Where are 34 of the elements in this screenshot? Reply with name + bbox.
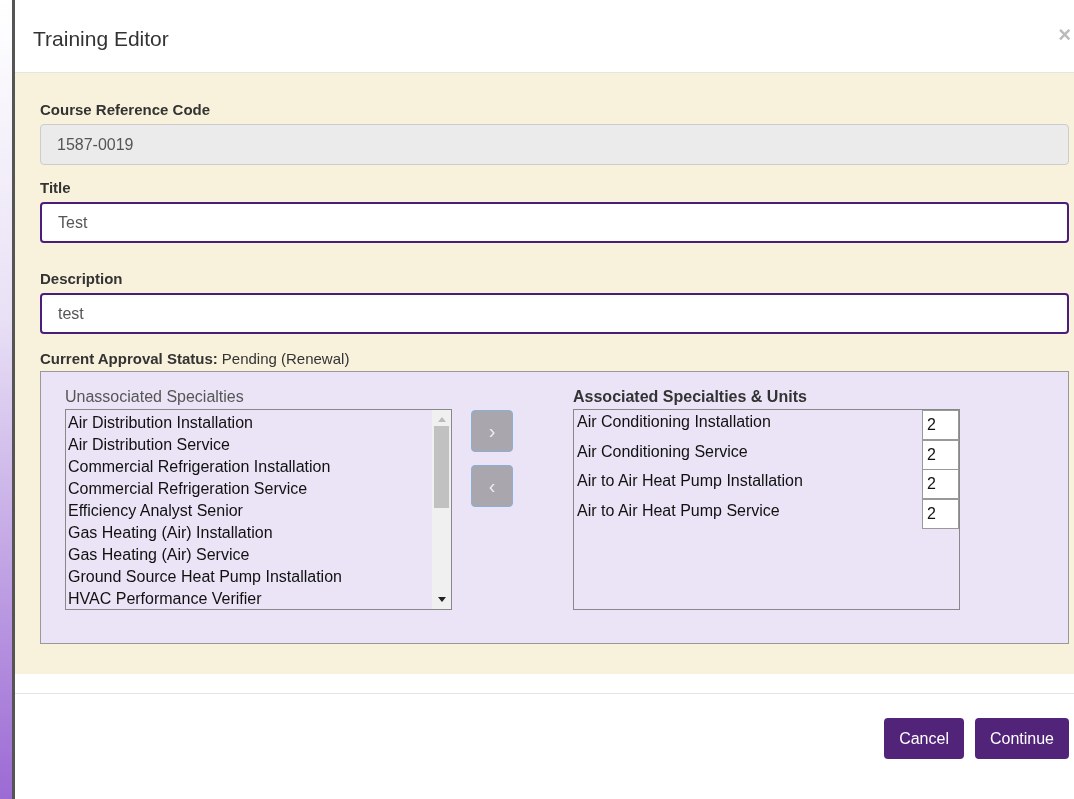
units-field[interactable]: 2 xyxy=(922,410,959,440)
list-label: Associated Specialties & Units xyxy=(573,387,808,407)
list-option[interactable]: Gas Heating (Air) Installation xyxy=(68,522,273,544)
scroll-up-icon[interactable] xyxy=(436,416,447,424)
specialty-name: Air to Air Heat Pump Installation xyxy=(577,471,803,490)
list-option[interactable]: Commercial Refrigeration Service xyxy=(68,478,308,500)
list-label: Unassociated Specialties xyxy=(65,387,245,407)
scroll-thumb[interactable] xyxy=(434,426,449,508)
list-option[interactable]: Air Distribution Service xyxy=(68,434,230,456)
list-option[interactable]: Commercial Refrigeration Installation xyxy=(68,456,331,478)
scroll-down-icon[interactable] xyxy=(436,595,447,603)
status-label: Current Approval Status: xyxy=(40,350,218,367)
scrollbar[interactable] xyxy=(432,410,451,609)
list-option[interactable]: Ground Source Heat Pump Installation xyxy=(68,566,342,588)
list-option[interactable]: Efficiency Analyst Senior xyxy=(68,500,243,522)
specialty-name: Air to Air Heat Pump Service xyxy=(577,500,780,520)
dialog-title: Training Editor xyxy=(33,27,169,51)
dialog-button[interactable]: Cancel xyxy=(884,718,964,760)
text-field[interactable]: test xyxy=(40,293,1069,334)
dialog-button[interactable]: Continue xyxy=(974,718,1069,760)
field-label: Title xyxy=(40,179,71,196)
specialty-listbox[interactable] xyxy=(65,409,452,610)
units-field[interactable]: 2 xyxy=(922,439,959,470)
specialty-name: Air Conditioning Service xyxy=(577,441,748,461)
list-option[interactable]: Air Distribution Installation xyxy=(68,412,253,434)
units-field[interactable]: 2 xyxy=(922,469,959,499)
field-label: Course Reference Code xyxy=(40,101,211,118)
list-option[interactable]: Gas Heating (Air) Service xyxy=(68,544,250,566)
status-value: Pending (Renewal) xyxy=(221,350,350,367)
list-option[interactable]: HVAC Performance Verifier xyxy=(68,588,262,609)
specialty-name: Air Conditioning Installation xyxy=(577,412,771,431)
text-field[interactable]: Test xyxy=(40,202,1069,243)
units-field[interactable]: 2 xyxy=(922,498,959,529)
field-label: Description xyxy=(40,270,123,287)
